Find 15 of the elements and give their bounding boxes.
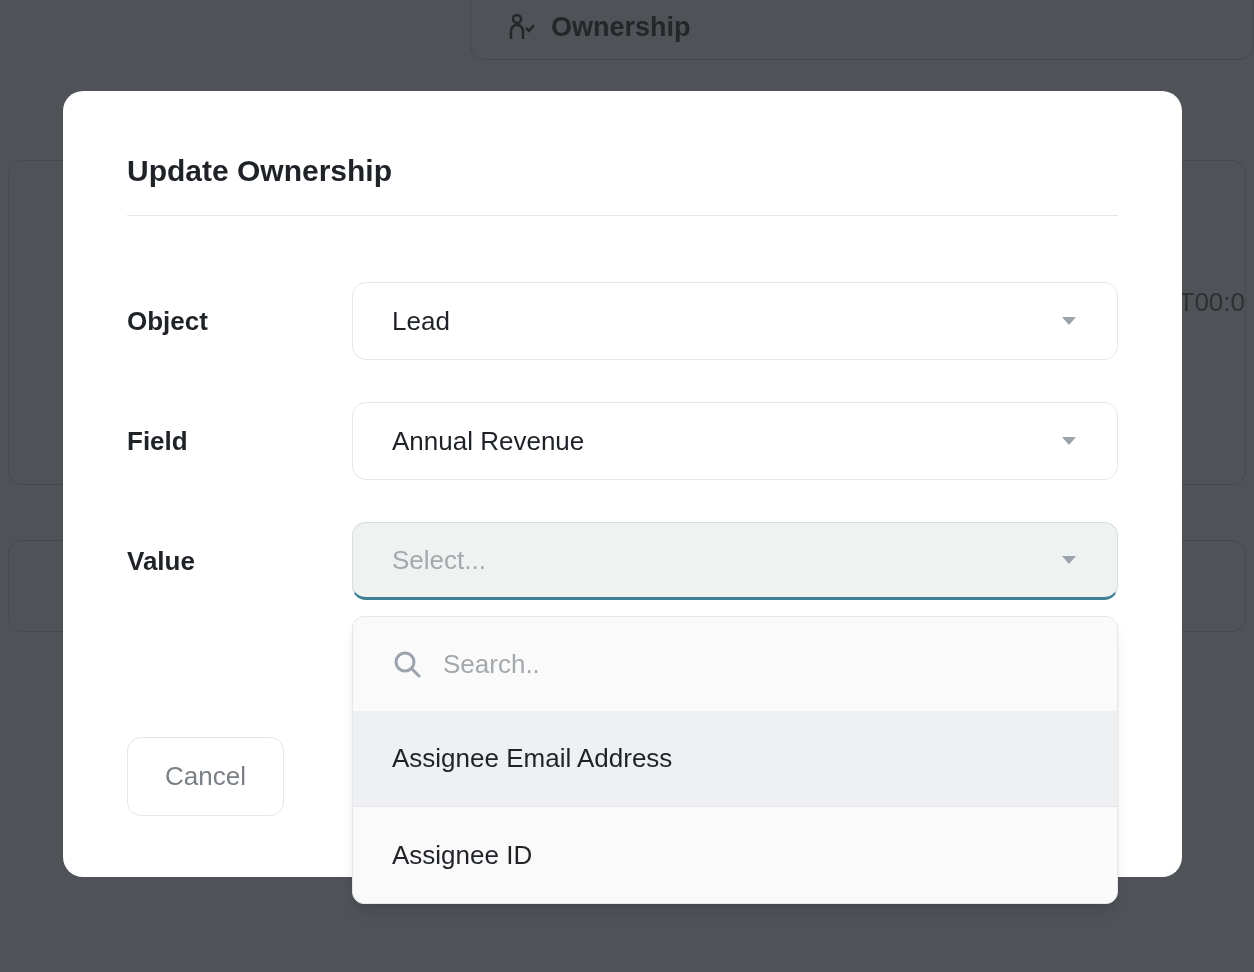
field-label: Object [127, 304, 209, 338]
person-check-icon [509, 13, 535, 41]
dropdown-option[interactable]: Assignee ID [353, 807, 1117, 903]
search-field[interactable]: Search.. [443, 644, 1077, 684]
search-icon [393, 650, 421, 678]
caret-icon [1060, 316, 1078, 326]
field-label: Value [127, 544, 196, 578]
caret-icon [1060, 555, 1078, 565]
select-field[interactable]: Annual Revenue [352, 402, 1118, 480]
caret-icon [1060, 436, 1078, 446]
dialog-title: Update Ownership [127, 153, 394, 189]
select-field[interactable]: Lead [352, 282, 1118, 360]
cancel-button[interactable]: Cancel [127, 737, 284, 816]
dropdown-option[interactable]: Assignee Email Address [353, 711, 1117, 807]
field-label: Field [127, 424, 189, 458]
